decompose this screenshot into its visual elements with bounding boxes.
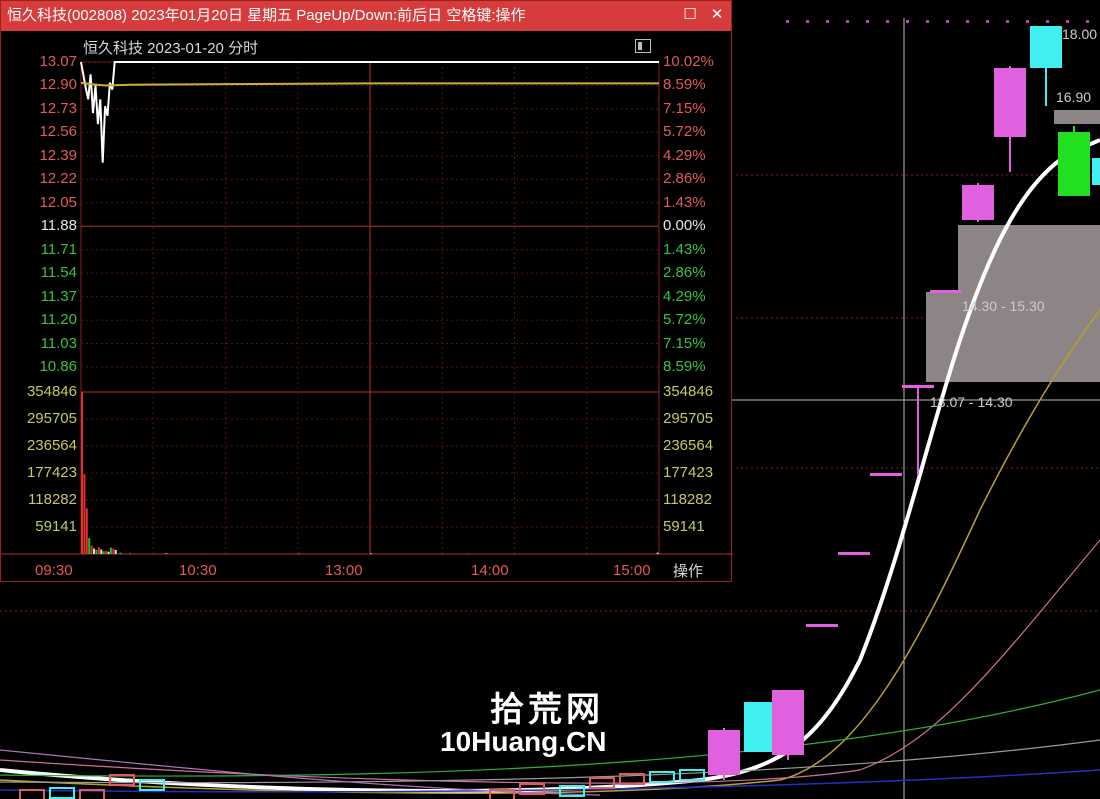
percent-tick-label: 4.29%	[663, 146, 706, 164]
volume-tick-label-right: 354846	[663, 383, 714, 400]
dotted-marker	[826, 20, 829, 23]
candle-body	[744, 702, 776, 752]
candle-body	[1058, 132, 1090, 196]
candle-body	[994, 68, 1026, 137]
time-tick-label: 14:00	[471, 562, 509, 579]
dotted-marker	[1006, 20, 1009, 23]
volume-tick-label: 177423	[26, 464, 77, 481]
dotted-marker	[786, 20, 789, 23]
price-tick-label: 11.88	[40, 217, 77, 235]
percent-tick-label: 1.43%	[663, 240, 706, 258]
range-box-top	[1054, 110, 1100, 124]
volume-tick-label: 354846	[26, 383, 77, 400]
volume-tick-label-right: 59141	[663, 518, 705, 535]
percent-tick-label: 7.15%	[663, 334, 706, 352]
percent-tick-label: 5.72%	[663, 123, 706, 141]
volume-tick-label: 236564	[26, 437, 77, 454]
volume-tick-label-right: 295705	[663, 410, 714, 427]
candle-body	[649, 771, 675, 783]
volume-tick-label-right: 236564	[663, 437, 714, 454]
price-tick-label: 11.20	[40, 311, 77, 329]
percent-tick-label: 5.72%	[663, 311, 706, 329]
watermark-logo: 拾荒网 10Huang.CN	[440, 682, 640, 762]
dotted-marker	[986, 20, 989, 23]
dotted-marker	[806, 20, 809, 23]
operate-label[interactable]: 操作	[673, 560, 703, 581]
time-tick-label: 09:30	[35, 562, 73, 579]
dotted-marker	[886, 20, 889, 23]
price-tick-label: 12.05	[39, 193, 77, 211]
price-tick-label: 13.07	[39, 53, 77, 70]
kline-label-mid: 16.90	[1056, 89, 1092, 105]
percent-tick-label: 0.00%	[663, 217, 706, 235]
percent-tick-label: 2.86%	[663, 170, 706, 188]
price-tick-label: 12.56	[39, 123, 77, 141]
price-tick-label: 12.90	[39, 76, 77, 94]
kline-label-range-upper: 14.30 - 15.30	[962, 298, 1045, 314]
percent-tick-label: 10.02%	[663, 53, 714, 70]
dotted-marker	[906, 20, 909, 23]
dotted-marker	[866, 20, 869, 23]
candle-body	[930, 290, 962, 293]
dotted-marker	[1046, 20, 1049, 23]
dotted-marker	[1086, 20, 1089, 23]
candle-body	[902, 385, 934, 388]
volume-tick-label: 59141	[35, 518, 77, 535]
price-tick-label: 11.37	[40, 287, 77, 305]
candle-body	[19, 789, 45, 799]
dotted-marker	[966, 20, 969, 23]
candle-body	[49, 787, 75, 799]
candle-body	[708, 730, 740, 775]
volume-tick-label-right: 177423	[663, 464, 714, 481]
percent-tick-label: 7.15%	[663, 99, 706, 117]
time-tick-label: 13:00	[325, 562, 363, 579]
dotted-marker	[1066, 20, 1069, 23]
price-tick-label: 12.22	[39, 170, 77, 188]
candle-body	[772, 690, 804, 755]
logo-text-cn: 拾荒网	[490, 690, 604, 730]
kline-label-range-lower: 13.07 - 14.30	[930, 394, 1013, 410]
volume-tick-label: 118282	[28, 491, 77, 508]
percent-tick-label: 2.86%	[663, 264, 706, 282]
percent-tick-label: 1.43%	[663, 193, 706, 211]
dotted-marker	[846, 20, 849, 23]
percent-tick-label: 8.59%	[663, 358, 706, 375]
price-tick-label: 11.71	[40, 240, 77, 258]
dotted-marker	[926, 20, 929, 23]
time-tick-label: 15:00	[613, 562, 651, 579]
candle-body	[1030, 26, 1062, 68]
volume-tick-label: 295705	[26, 410, 77, 427]
intraday-chart	[1, 61, 733, 555]
candle-body	[962, 185, 994, 220]
candle-body	[806, 624, 838, 627]
logo-text-en: 10Huang.CN	[440, 726, 607, 757]
volume-tick-label-right: 118282	[663, 491, 712, 508]
kline-label-high: 18.00	[1062, 26, 1098, 42]
price-tick-label: 10.86	[39, 358, 77, 375]
intraday-popup-window[interactable]: 恒久科技(002808) 2023年01月20日 星期五 PageUp/Down…	[0, 0, 733, 582]
dotted-marker	[946, 20, 949, 23]
time-tick-label: 10:30	[179, 562, 217, 579]
price-tick-label: 11.03	[40, 334, 77, 352]
price-tick-label: 12.73	[39, 99, 77, 117]
percent-tick-label: 4.29%	[663, 287, 706, 305]
price-tick-label: 12.39	[39, 146, 77, 164]
dotted-marker	[1026, 20, 1029, 23]
price-tick-label: 11.54	[40, 264, 77, 282]
candle-body	[1092, 158, 1100, 185]
candle-body	[838, 552, 870, 555]
candle-body	[870, 473, 902, 476]
percent-tick-label: 8.59%	[663, 76, 706, 94]
